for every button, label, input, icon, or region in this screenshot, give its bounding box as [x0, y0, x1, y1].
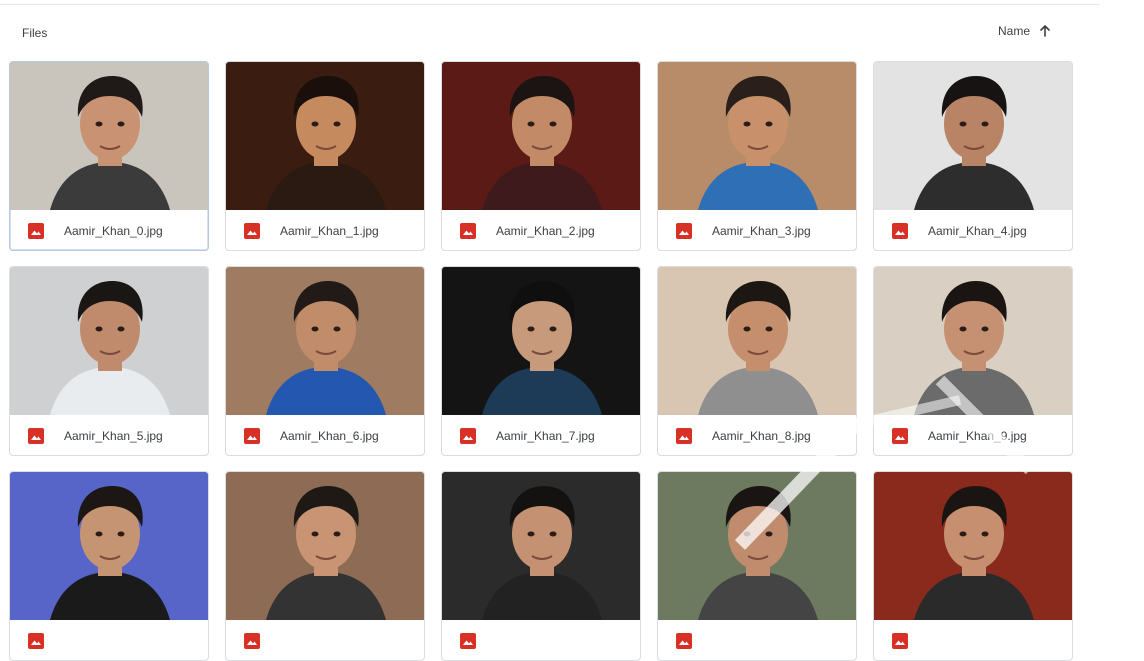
- image-file-icon: [244, 428, 260, 444]
- file-thumbnail: [874, 472, 1072, 620]
- file-thumbnail: [874, 267, 1072, 415]
- file-footer: Aamir_Khan_9.jpg: [874, 415, 1072, 455]
- file-footer: Aamir_Khan_8.jpg: [658, 415, 856, 455]
- file-footer: [10, 620, 208, 660]
- image-file-icon: [892, 223, 908, 239]
- file-card[interactable]: [873, 471, 1073, 661]
- file-footer: Aamir_Khan_3.jpg: [658, 210, 856, 250]
- file-name: Aamir_Khan_7.jpg: [496, 429, 595, 443]
- image-file-icon: [28, 633, 44, 649]
- file-thumbnail: [10, 62, 208, 210]
- file-footer: [442, 620, 640, 660]
- image-file-icon: [676, 223, 692, 239]
- file-footer: Aamir_Khan_2.jpg: [442, 210, 640, 250]
- file-name: Aamir_Khan_5.jpg: [64, 429, 163, 443]
- file-card[interactable]: [657, 471, 857, 661]
- file-footer: [226, 620, 424, 660]
- file-thumbnail: [226, 472, 424, 620]
- file-thumbnail: [442, 267, 640, 415]
- file-footer: Aamir_Khan_4.jpg: [874, 210, 1072, 250]
- file-thumbnail: [10, 267, 208, 415]
- file-name: Aamir_Khan_6.jpg: [280, 429, 379, 443]
- file-card[interactable]: [9, 471, 209, 661]
- top-divider: [0, 4, 1100, 5]
- file-thumbnail: [658, 472, 856, 620]
- file-card[interactable]: [225, 471, 425, 661]
- file-name: Aamir_Khan_0.jpg: [64, 224, 163, 238]
- file-card[interactable]: [441, 471, 641, 661]
- file-card[interactable]: Aamir_Khan_7.jpg: [441, 266, 641, 456]
- file-name: Aamir_Khan_1.jpg: [280, 224, 379, 238]
- image-file-icon: [460, 633, 476, 649]
- file-card[interactable]: Aamir_Khan_2.jpg: [441, 61, 641, 251]
- image-file-icon: [28, 428, 44, 444]
- file-thumbnail: [10, 472, 208, 620]
- file-card[interactable]: Aamir_Khan_8.jpg: [657, 266, 857, 456]
- image-file-icon: [244, 223, 260, 239]
- file-footer: Aamir_Khan_6.jpg: [226, 415, 424, 455]
- file-card[interactable]: Aamir_Khan_6.jpg: [225, 266, 425, 456]
- file-card[interactable]: Aamir_Khan_9.jpg: [873, 266, 1073, 456]
- file-footer: [658, 620, 856, 660]
- file-thumbnail: [442, 472, 640, 620]
- file-card[interactable]: Aamir_Khan_3.jpg: [657, 61, 857, 251]
- file-thumbnail: [658, 267, 856, 415]
- file-thumbnail: [442, 62, 640, 210]
- file-footer: Aamir_Khan_1.jpg: [226, 210, 424, 250]
- image-file-icon: [892, 428, 908, 444]
- sort-label: Name: [998, 24, 1031, 38]
- file-footer: Aamir_Khan_7.jpg: [442, 415, 640, 455]
- file-card[interactable]: Aamir_Khan_0.jpg: [9, 61, 209, 251]
- file-footer: Aamir_Khan_5.jpg: [10, 415, 208, 455]
- image-file-icon: [676, 428, 692, 444]
- file-card[interactable]: Aamir_Khan_4.jpg: [873, 61, 1073, 251]
- file-name: Aamir_Khan_9.jpg: [928, 429, 1027, 443]
- image-file-icon: [676, 633, 692, 649]
- file-thumbnail: [658, 62, 856, 210]
- files-section-title: Files: [22, 26, 48, 40]
- file-card[interactable]: Aamir_Khan_5.jpg: [9, 266, 209, 456]
- arrow-up-icon: [1040, 25, 1050, 37]
- image-file-icon: [892, 633, 908, 649]
- file-footer: Aamir_Khan_0.jpg: [10, 210, 208, 250]
- file-footer: [874, 620, 1072, 660]
- file-card[interactable]: Aamir_Khan_1.jpg: [225, 61, 425, 251]
- file-name: Aamir_Khan_2.jpg: [496, 224, 595, 238]
- image-file-icon: [28, 223, 44, 239]
- image-file-icon: [460, 223, 476, 239]
- file-thumbnail: [226, 267, 424, 415]
- sort-by-name-button[interactable]: Name: [998, 24, 1052, 38]
- image-file-icon: [244, 633, 260, 649]
- file-thumbnail: [874, 62, 1072, 210]
- file-thumbnail: [226, 62, 424, 210]
- file-name: Aamir_Khan_4.jpg: [928, 224, 1027, 238]
- file-name: Aamir_Khan_3.jpg: [712, 224, 811, 238]
- file-name: Aamir_Khan_8.jpg: [712, 429, 811, 443]
- image-file-icon: [460, 428, 476, 444]
